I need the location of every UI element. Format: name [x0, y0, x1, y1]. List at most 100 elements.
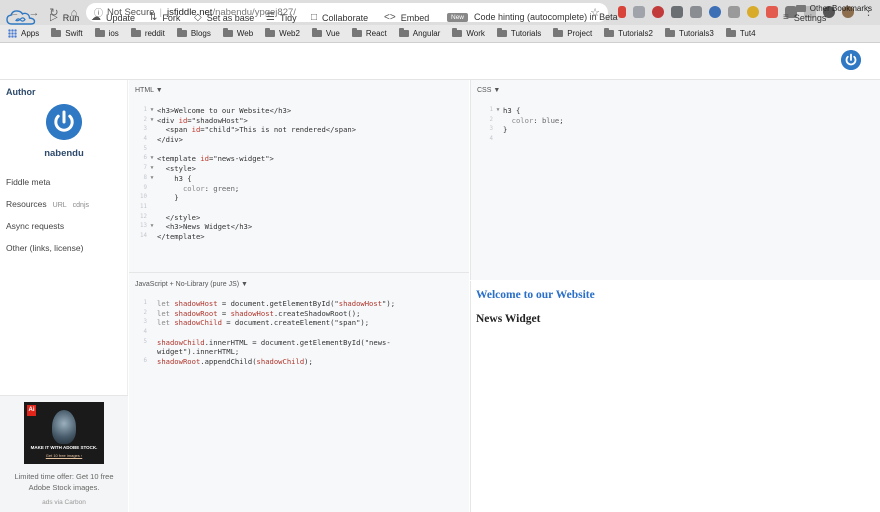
bookmark-label: Blogs [190, 29, 211, 38]
set-as-base-button[interactable]: ◇ Set as base [194, 12, 254, 23]
code-line: 4 [135, 328, 395, 338]
bookmark-label: Tut4 [739, 29, 756, 38]
extension-icon[interactable] [690, 6, 702, 18]
jsfiddle-logo[interactable] [6, 9, 36, 27]
line-number: 4 [489, 136, 494, 143]
html-editor[interactable]: 1 ▼ <h3>Welcome to our Website</h3> 2 ▼ <div … [135, 106, 356, 242]
author-avatar[interactable] [46, 104, 82, 140]
code-line: 3} [481, 125, 564, 135]
bookmark-folder[interactable]: Web2 [265, 28, 300, 38]
tidy-button[interactable]: ☰ Tidy [266, 12, 297, 23]
fold-arrow-icon[interactable]: ▼ [147, 222, 157, 232]
line-number: 2 [143, 116, 148, 123]
jsfiddle-toolbar [0, 44, 880, 80]
code-line: widget").innerHTML; [135, 347, 395, 357]
code-hinting-notice[interactable]: New Code hinting (autocomplete) in Beta [447, 12, 618, 22]
code-hinting-label: Code hinting (autocomplete) in Beta [474, 12, 618, 22]
cloud-upload-icon: ☁ [91, 12, 101, 23]
code-text: <div id="shadowHost"> [157, 115, 248, 125]
code-line: 13 ▼ <h3>News Widget</h3> [135, 222, 356, 232]
folder-icon [725, 28, 736, 37]
extension-icon[interactable] [766, 6, 778, 18]
bookmark-folder[interactable]: Swift [51, 28, 83, 38]
bookmark-label: Tutorials3 [679, 29, 714, 38]
embed-label: Embed [400, 12, 430, 23]
code-text: <style> [157, 164, 196, 174]
author-heading: Author [6, 87, 36, 97]
result-heading-news-widget: News Widget [476, 313, 541, 325]
js-panel-label[interactable]: JavaScript + No-Library (pure JS) ▼ [135, 281, 248, 288]
fold-arrow-icon[interactable]: ▼ [147, 116, 157, 126]
bookmark-folder[interactable]: React [351, 28, 387, 38]
extension-icon[interactable] [728, 6, 740, 18]
user-avatar-button[interactable] [841, 50, 861, 70]
bookmark-folder[interactable]: Project [553, 28, 592, 38]
result-panel[interactable]: Welcome to our Website News Widget [470, 281, 880, 512]
code-text: h3 { [157, 173, 192, 183]
folder-icon [665, 28, 675, 37]
extension-icon[interactable] [747, 6, 759, 18]
line-number: 3 [489, 126, 494, 133]
bookmark-folder[interactable]: Tutorials2 [604, 28, 653, 38]
html-panel-label[interactable]: HTML ▼ [135, 87, 163, 94]
bookmark-folder[interactable]: Vue [311, 28, 340, 38]
fold-arrow-icon[interactable]: ▼ [147, 164, 157, 174]
js-panel[interactable]: JavaScript + No-Library (pure JS) ▼ 1 let… [129, 272, 469, 512]
extension-icon[interactable] [618, 6, 626, 18]
bookmark-apps[interactable]: Apps [8, 29, 39, 38]
bookmark-label: ios [108, 29, 119, 38]
update-button[interactable]: ☁ Update [91, 12, 135, 23]
extension-icon[interactable] [633, 6, 645, 18]
bookmark-folder[interactable]: Angular [398, 28, 440, 38]
css-editor[interactable]: 1 ▼ h3 {2 color: blue; 3} 4 [481, 106, 564, 145]
extension-icon[interactable] [671, 6, 683, 18]
fold-arrow-icon[interactable]: ▼ [147, 154, 157, 164]
ad-via-carbon[interactable]: ads via Carbon [0, 499, 128, 506]
fold-gutter [147, 318, 157, 328]
settings-button[interactable]: ≡ Settings [783, 12, 826, 23]
extension-icon[interactable] [709, 6, 721, 18]
code-text: <template id="news-widget"> [157, 154, 274, 164]
bookmark-label: Swift [65, 29, 83, 38]
fold-arrow-icon[interactable]: ▼ [147, 174, 157, 184]
author-name[interactable]: nabendu [0, 148, 128, 159]
sidebar-item-fiddle-meta[interactable]: Fiddle meta [6, 177, 50, 187]
resources-cdnjs-link[interactable]: cdnjs [73, 202, 89, 209]
code-line: 12 </style> [135, 213, 356, 223]
folder-icon [604, 28, 615, 37]
carbon-ad: Ai MAKE IT WITH ADOBE STOCK. Get 10 free… [0, 395, 128, 512]
bookmark-label: reddit [144, 29, 165, 38]
bookmark-folder[interactable]: Tutorials [496, 28, 541, 38]
extension-icon[interactable] [652, 6, 664, 18]
fold-arrow-icon[interactable]: ▼ [493, 106, 503, 116]
bookmark-folder[interactable]: reddit [130, 28, 165, 38]
fold-arrow-icon[interactable]: ▼ [147, 106, 157, 116]
bookmark-folder[interactable]: Work [452, 28, 485, 38]
tidy-icon: ☰ [266, 12, 275, 23]
resources-url-link[interactable]: URL [53, 202, 67, 209]
sidebar-item-resources[interactable]: Resources URL cdnjs [6, 199, 89, 209]
run-button[interactable]: ▷ Run [50, 12, 79, 23]
js-editor[interactable]: 1 let shadowHost = document.getElementByI… [135, 299, 396, 367]
fold-gutter [147, 135, 157, 145]
code-text: let shadowRoot = shadowHost.createShadow… [157, 308, 361, 318]
sidebar-item-async-requests[interactable]: Async requests [6, 221, 64, 231]
embed-button[interactable]: <> Embed [384, 12, 429, 23]
bookmark-folder[interactable]: Web [222, 28, 253, 38]
css-panel-label[interactable]: CSS ▼ [477, 87, 500, 94]
tag-icon: ◇ [194, 12, 202, 23]
collaborate-button[interactable]: □ Collaborate [311, 12, 368, 23]
bookmark-folder[interactable]: ios [94, 28, 119, 38]
bookmark-folder[interactable]: Tutorials3 [665, 28, 714, 38]
ad-text[interactable]: Limited time offer: Get 10 free Adobe St… [4, 471, 124, 493]
html-panel[interactable]: HTML ▼ 1 ▼ <h3>Welcome to our Website</h3>… [129, 80, 469, 280]
code-text: color: green; [182, 183, 240, 193]
fork-button[interactable]: ⇅ Fork [149, 12, 180, 23]
bookmark-folder[interactable]: Tut4 [725, 28, 756, 38]
line-number: 1 [143, 107, 148, 113]
css-panel[interactable]: CSS ▼ 1 ▼ h3 {2 color: blue; 3} 4 [470, 80, 880, 280]
sidebar-item-other[interactable]: Other (links, license) [6, 243, 83, 253]
bookmark-folder[interactable]: Blogs [176, 28, 211, 38]
bookmark-label: Vue [325, 29, 340, 38]
ad-image[interactable]: Ai MAKE IT WITH ADOBE STOCK. Get 10 free… [24, 402, 104, 464]
